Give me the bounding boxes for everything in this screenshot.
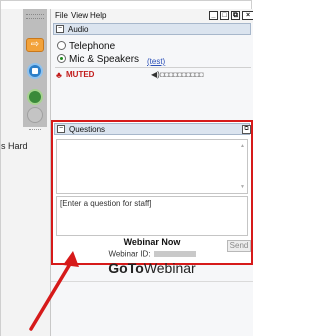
logo-webinar: Webinar xyxy=(143,260,196,276)
audio-test-link[interactable]: (test) xyxy=(147,57,165,66)
questions-title: Questions xyxy=(69,125,106,134)
scroll-down-icon[interactable]: ▼ xyxy=(240,184,245,190)
muted-status: MUTED xyxy=(66,70,95,79)
divider xyxy=(51,281,253,282)
telephone-label: Telephone xyxy=(69,41,116,52)
minimize-button[interactable]: _ xyxy=(209,11,218,20)
menu-view[interactable]: View xyxy=(71,11,88,20)
speaker-icon: ◀) xyxy=(151,70,160,79)
gotowebinar-panel: File View Help _ □ ⧉ × − Audio Telephone… xyxy=(51,9,253,336)
gotowebinar-logo: GoToWebinar xyxy=(51,260,253,276)
audio-title: Audio xyxy=(68,25,89,34)
webinar-id-row: Webinar ID: xyxy=(51,249,253,258)
scroll-up-icon[interactable]: ▲ xyxy=(240,143,245,149)
menu-file[interactable]: File xyxy=(55,11,68,20)
mute-icon[interactable]: ♣ xyxy=(56,70,62,80)
questions-section-header[interactable]: − Questions ⧉ xyxy=(54,123,251,135)
popout-icon[interactable]: ⧉ xyxy=(242,125,251,134)
webinar-id-redacted xyxy=(153,250,196,257)
radio-selected-icon[interactable] xyxy=(57,54,66,63)
logo-goto: GoTo xyxy=(108,260,144,276)
menu-bar: File View Help _ □ ⧉ × xyxy=(51,9,253,23)
question-input[interactable]: [Enter a question for staff] xyxy=(56,196,248,236)
audio-level-meter: ◘◘◘◘◘◘◘◘◘◘ xyxy=(160,70,204,79)
maximize-button[interactable]: □ xyxy=(220,11,229,20)
gray-circle-icon[interactable] xyxy=(27,107,43,123)
close-button[interactable]: × xyxy=(242,11,253,20)
collapse-icon[interactable]: − xyxy=(57,125,65,133)
menu-help[interactable]: Help xyxy=(90,11,106,20)
blue-screen-icon[interactable] xyxy=(27,63,43,79)
restore-button[interactable]: ⧉ xyxy=(231,11,240,20)
collapse-icon[interactable]: − xyxy=(56,25,64,33)
mute-status-row: ♣ MUTED ◀) ◘◘◘◘◘◘◘◘◘◘ xyxy=(55,67,251,81)
globe-icon[interactable] xyxy=(27,89,43,105)
questions-log[interactable]: ▲ ▼ xyxy=(56,139,248,194)
telephone-radio-option[interactable]: Telephone xyxy=(57,41,115,52)
webinar-status: Webinar Now xyxy=(123,237,181,247)
screen-frame: ⇨ s Hard File View Help _ □ ⧉ × − Audio … xyxy=(0,0,253,336)
mic-speakers-label: Mic & Speakers xyxy=(69,54,140,65)
radio-icon[interactable] xyxy=(57,41,66,50)
background-app-text: s Hard xyxy=(1,141,28,151)
orange-arrow-icon[interactable]: ⇨ xyxy=(26,38,44,52)
mic-speakers-radio-option[interactable]: Mic & Speakers xyxy=(57,54,139,65)
webinar-id-label: Webinar ID: xyxy=(108,249,151,259)
grip-dots xyxy=(29,129,41,133)
audio-section-header[interactable]: − Audio xyxy=(53,23,251,35)
